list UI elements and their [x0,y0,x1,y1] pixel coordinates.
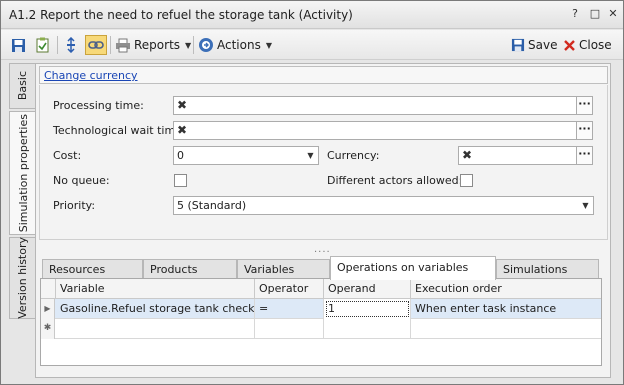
different-actors-label: Different actors allowed: [327,174,463,187]
currency-label: Currency: [327,149,380,162]
save-label: Save [528,38,558,52]
save-icon-button[interactable] [11,35,26,55]
activity-window: A1.2 Report the need to refuel the stora… [0,0,624,385]
change-currency-link[interactable]: Change currency [44,69,138,82]
clipboard-icon [36,37,49,53]
cell-execution-order[interactable]: When enter task instance [411,299,601,319]
clear-icon[interactable]: ✖ [174,122,190,139]
properties-group: Processing time: ✖ ··· Technological wai… [39,85,608,240]
printer-icon [116,38,130,52]
tab-simulations[interactable]: Simulations [496,259,599,279]
column-header-execution-order[interactable]: Execution order [411,279,601,299]
close-window-icon[interactable]: ✕ [606,7,620,21]
tech-wait-time-browse-button[interactable]: ··· [576,121,593,140]
no-queue-checkbox[interactable] [174,174,187,187]
column-header-variable[interactable]: Variable [56,279,255,299]
cell-operator[interactable]: = [255,299,324,319]
tab-resources[interactable]: Resources [42,259,143,279]
processing-time-browse-button[interactable]: ··· [576,96,593,115]
actions-label: Actions [217,38,261,52]
no-queue-label: No queue: [53,174,110,187]
clear-icon[interactable]: ✖ [174,97,190,114]
splitter-handle[interactable]: .... [314,244,331,255]
new-row[interactable]: ✱ [41,319,601,339]
different-actors-checkbox[interactable] [460,174,473,187]
side-tabs: Basic Simulation properties Version hist… [9,63,37,381]
priority-select[interactable]: 5 (Standard) ▼ [173,196,594,215]
cost-value: 0 [177,149,184,162]
title-bar: A1.2 Report the need to refuel the stora… [1,1,623,29]
cell-variable[interactable]: Gasoline.Refuel storage tank checkbox [56,299,255,319]
table-row[interactable]: ▶ Gasoline.Refuel storage tank checkbox … [41,299,601,319]
tab-version-history[interactable]: Version history [9,237,35,319]
chevron-down-icon: ▼ [185,40,192,50]
currency-field[interactable]: ✖ [458,146,577,165]
operations-grid: Variable Operator Operand Execution orde… [40,278,602,366]
reports-label: Reports [134,38,181,52]
column-header-operator[interactable]: Operator [255,279,324,299]
tab-simulations-label: Simulations [503,263,568,276]
window-title: A1.2 Report the need to refuel the stora… [9,8,353,22]
tab-basic-label: Basic [16,71,29,101]
tab-variables-label: Variables [244,263,295,276]
link-button[interactable] [85,35,107,55]
close-button[interactable]: Close [563,35,612,55]
grid-header: Variable Operator Operand Execution orde… [41,279,601,299]
actions-menu[interactable]: Actions ▼ [198,35,272,55]
cost-field[interactable]: 0 ▼ [173,146,319,165]
tab-basic[interactable]: Basic [9,63,35,109]
processing-time-label: Processing time: [53,99,144,112]
currency-browse-button[interactable]: ··· [576,146,593,165]
actions-icon [199,38,213,52]
tech-wait-time-field[interactable]: ✖ [173,121,577,140]
clear-icon[interactable]: ✖ [459,147,475,164]
properties-button[interactable] [35,35,50,55]
priority-label: Priority: [53,199,96,212]
reports-menu[interactable]: Reports ▼ [115,35,191,55]
align-button[interactable] [63,35,79,55]
tab-simulation-properties-label: Simulation properties [17,113,30,233]
row-pointer-icon: ▶ [41,299,55,319]
tech-wait-time-label: Technological wait time: [53,124,186,137]
tab-products[interactable]: Products [143,259,237,279]
close-label: Close [579,38,612,52]
close-icon [564,39,575,51]
chevron-down-icon[interactable]: ▼ [578,197,593,214]
tab-variables[interactable]: Variables [237,259,330,279]
tab-operations-on-variables-label: Operations on variables [337,261,469,274]
chevron-down-icon: ▼ [265,40,272,50]
help-icon[interactable]: ? [568,7,582,21]
new-row-icon: ✱ [41,319,55,339]
chain-link-icon [88,41,104,49]
processing-time-field[interactable]: ✖ [173,96,577,115]
tab-resources-label: Resources [49,263,106,276]
priority-value: 5 (Standard) [177,199,247,212]
column-header-operand[interactable]: Operand [324,279,411,299]
floppy-icon [511,38,525,52]
tab-products-label: Products [150,263,198,276]
maximize-icon[interactable]: □ [588,7,602,21]
tab-version-history-label: Version history [16,237,29,319]
simulation-properties-panel: Change currency Processing time: ✖ ··· T… [35,63,611,378]
chevron-down-icon[interactable]: ▼ [303,147,318,164]
cost-label: Cost: [53,149,82,162]
toolbar: Reports ▼ Actions ▼ Save Close [1,30,623,60]
tab-operations-on-variables[interactable]: Operations on variables [330,256,496,280]
currency-bar: Change currency [39,66,608,84]
cell-operand[interactable]: 1 [324,299,411,319]
vertical-arrows-icon [67,37,75,53]
floppy-icon [12,38,25,52]
save-button[interactable]: Save [511,35,557,55]
tab-simulation-properties[interactable]: Simulation properties [9,111,37,235]
